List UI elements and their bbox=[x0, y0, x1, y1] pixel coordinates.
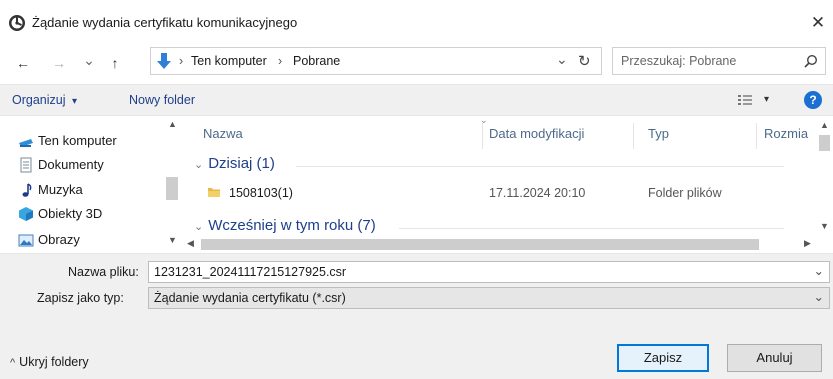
file-name: 1508103(1) bbox=[229, 186, 293, 200]
column-header-nazwa[interactable]: Nazwa bbox=[203, 126, 243, 141]
filename-dropdown-chevron-icon[interactable]: ⌄ bbox=[814, 261, 824, 281]
organize-label: Organizuj bbox=[12, 93, 66, 107]
chevron-down-icon: ▾ bbox=[71, 96, 78, 107]
filename-input[interactable]: 1231231_20241117215127925.csr ⌄ bbox=[148, 261, 830, 283]
filename-label: Nazwa pliku: bbox=[68, 265, 139, 279]
column-divider bbox=[482, 123, 483, 149]
certificate-app-icon bbox=[8, 14, 26, 32]
path-separator-icon: › bbox=[179, 54, 184, 68]
group-label: Dzisiaj (1) bbox=[208, 155, 275, 172]
group-divider bbox=[399, 228, 784, 229]
help-icon[interactable]: ? bbox=[804, 91, 822, 109]
computer-icon bbox=[18, 133, 34, 149]
scrollbar-thumb[interactable] bbox=[166, 177, 178, 200]
file-type: Folder plików bbox=[648, 186, 722, 200]
scroll-up-icon[interactable]: ▲ bbox=[820, 120, 829, 130]
refresh-icon[interactable]: ↻ bbox=[578, 52, 591, 70]
up-arrow-icon[interactable]: ↑ bbox=[104, 52, 126, 74]
scroll-down-icon[interactable]: ▼ bbox=[820, 221, 829, 231]
pictures-icon bbox=[18, 232, 34, 248]
file-list-horizontal-scrollbar[interactable]: ◀ ▶ bbox=[184, 236, 816, 253]
command-bar: Organizuj ▾ Nowy folder ▾ ? bbox=[0, 84, 833, 116]
sidebar-item-obiekty-3d[interactable]: Obiekty 3D bbox=[19, 203, 103, 225]
folder-icon bbox=[207, 185, 221, 199]
recent-locations-chevron-icon[interactable]: ⌄ bbox=[78, 49, 100, 71]
scroll-right-icon[interactable]: ▶ bbox=[804, 238, 811, 249]
save-button[interactable]: Zapisz bbox=[617, 344, 709, 372]
save-options-panel: Nazwa pliku: 1231231_20241117215127925.c… bbox=[0, 253, 833, 379]
chevron-down-icon: ⌄ bbox=[194, 159, 204, 171]
back-arrow-icon[interactable]: ← bbox=[12, 52, 34, 74]
navigation-pane: Ten komputer Dokumenty Muzyka Obiekty 3D… bbox=[0, 117, 183, 253]
file-list-vertical-scrollbar[interactable]: ▲ ▼ bbox=[816, 117, 833, 236]
scroll-down-icon[interactable]: ▼ bbox=[168, 235, 177, 245]
sidebar-item-muzyka[interactable]: Muzyka bbox=[22, 179, 83, 201]
hide-folders-label: Ukryj foldery bbox=[19, 355, 89, 369]
documents-icon bbox=[18, 157, 34, 173]
filetype-dropdown-chevron-icon[interactable]: ⌄ bbox=[814, 287, 824, 307]
chevron-down-icon: ⌄ bbox=[194, 221, 204, 233]
sidebar-item-label: Muzyka bbox=[38, 182, 83, 197]
new-folder-button[interactable]: Nowy folder bbox=[129, 93, 195, 107]
hide-folders-button[interactable]: ^ Ukryj foldery bbox=[10, 355, 89, 369]
table-row[interactable]: 1508103(1) 17.11.2024 20:10 Folder plikó… bbox=[203, 182, 803, 204]
group-header-dzisiaj[interactable]: ⌄ Dzisiaj (1) bbox=[194, 155, 275, 172]
navigation-pane-scrollbar[interactable]: ▲ ▼ bbox=[163, 117, 182, 253]
scrollbar-thumb[interactable] bbox=[819, 135, 830, 151]
window-title: Żądanie wydania certyfikatu komunikacyjn… bbox=[32, 15, 298, 30]
filename-value: 1231231_20241117215127925.csr bbox=[154, 265, 347, 279]
column-header-rozmiar[interactable]: Rozmia bbox=[764, 126, 808, 141]
filetype-select[interactable]: Żądanie wydania certyfikatu (*.csr) ⌄ bbox=[148, 287, 830, 309]
sidebar-item-label: Obiekty 3D bbox=[38, 206, 103, 221]
file-list: ⌄ Nazwa Data modyfikacji Typ Rozmia ⌄ Dzi… bbox=[184, 115, 833, 253]
view-options-icon[interactable] bbox=[737, 93, 753, 107]
column-header-data-modyfikacji[interactable]: Data modyfikacji bbox=[489, 126, 584, 141]
column-header-typ[interactable]: Typ bbox=[648, 126, 669, 141]
column-divider bbox=[633, 123, 634, 149]
address-dropdown-chevron-icon[interactable]: ⌄ bbox=[556, 51, 568, 68]
search-box[interactable]: Przeszukaj: Pobrane bbox=[612, 47, 826, 75]
search-input-placeholder[interactable]: Przeszukaj: Pobrane bbox=[621, 54, 736, 68]
scroll-up-icon[interactable]: ▲ bbox=[168, 119, 177, 129]
filetype-value: Żądanie wydania certyfikatu (*.csr) bbox=[154, 291, 346, 305]
cancel-button[interactable]: Anuluj bbox=[727, 344, 822, 372]
close-button[interactable]: ✕ bbox=[806, 11, 830, 35]
scroll-left-icon[interactable]: ◀ bbox=[187, 238, 194, 249]
group-divider bbox=[296, 166, 784, 167]
downloads-folder-icon bbox=[155, 52, 173, 70]
filetype-label: Zapisz jako typ: bbox=[37, 291, 124, 305]
column-divider bbox=[756, 123, 757, 149]
address-bar[interactable]: › Ten komputer › Pobrane ⌄ ↻ bbox=[150, 47, 602, 75]
group-header-wczesniej[interactable]: ⌄ Wcześniej w tym roku (7) bbox=[194, 217, 376, 234]
sidebar-item-label: Ten komputer bbox=[38, 133, 117, 148]
breadcrumb-ten-komputer[interactable]: Ten komputer bbox=[191, 54, 267, 68]
path-separator-icon: › bbox=[278, 54, 283, 68]
organize-menu-button[interactable]: Organizuj ▾ bbox=[12, 93, 77, 107]
sidebar-item-dokumenty[interactable]: Dokumenty bbox=[20, 154, 104, 176]
sidebar-item-ten-komputer[interactable]: Ten komputer bbox=[19, 130, 117, 152]
music-icon bbox=[18, 182, 34, 198]
sidebar-item-label: Dokumenty bbox=[38, 157, 104, 172]
view-dropdown-chevron-icon[interactable]: ▾ bbox=[764, 94, 769, 105]
chevron-up-icon: ^ bbox=[10, 357, 16, 369]
forward-arrow-icon[interactable]: → bbox=[48, 52, 70, 74]
sidebar-item-label: Obrazy bbox=[38, 232, 80, 247]
scrollbar-thumb[interactable] bbox=[201, 239, 759, 250]
3d-objects-icon bbox=[18, 206, 34, 222]
file-date: 17.11.2024 20:10 bbox=[489, 186, 586, 200]
sidebar-item-obrazy[interactable]: Obrazy bbox=[18, 229, 80, 251]
breadcrumb-pobrane[interactable]: Pobrane bbox=[293, 54, 340, 68]
search-icon[interactable] bbox=[804, 54, 818, 68]
group-label: Wcześniej w tym roku (7) bbox=[208, 217, 376, 234]
